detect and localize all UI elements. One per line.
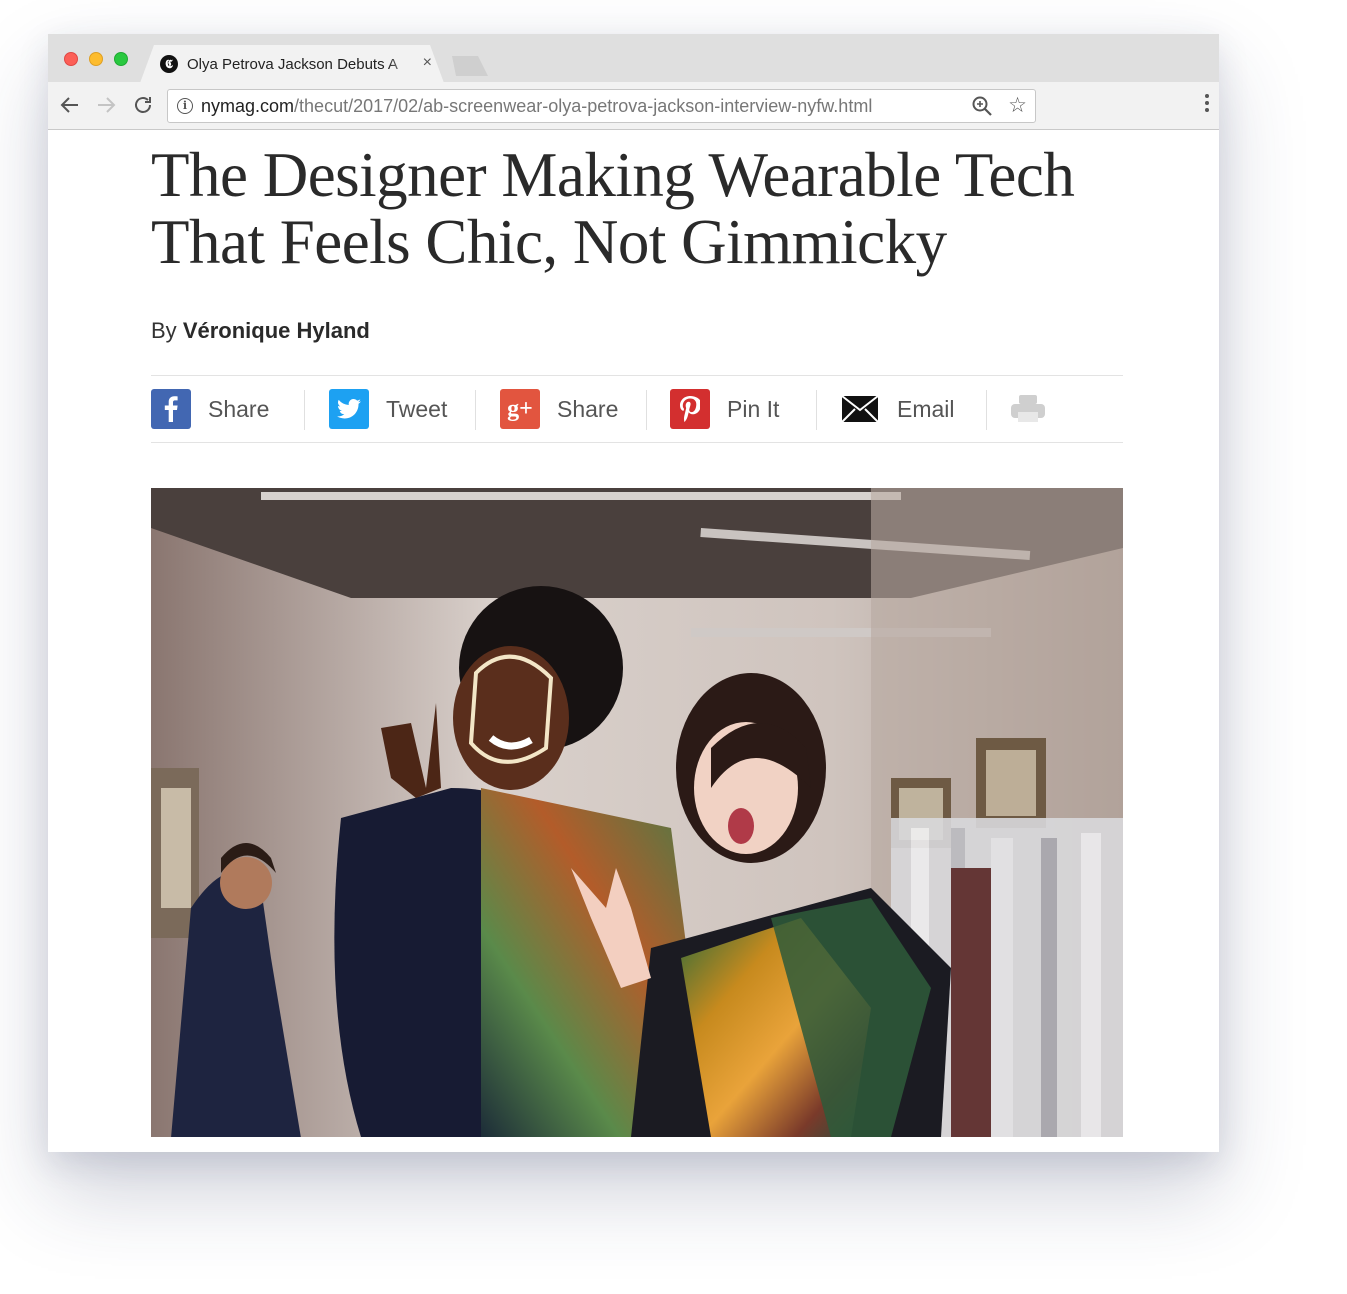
site-info-icon[interactable]: i <box>177 98 193 114</box>
facebook-share-button[interactable]: Share <box>151 389 269 429</box>
bookmark-star-icon[interactable]: ☆ <box>1008 93 1027 118</box>
twitter-icon <box>329 389 369 429</box>
tab-close-icon[interactable]: × <box>423 54 432 72</box>
browser-tab[interactable]: 𝕮 Olya Petrova Jackson Debuts A × <box>140 45 444 83</box>
author-link[interactable]: Véronique Hyland <box>183 318 370 343</box>
divider <box>646 390 647 430</box>
zoom-window-button[interactable] <box>114 52 128 66</box>
print-button[interactable] <box>1008 389 1065 429</box>
reload-icon[interactable] <box>131 93 155 117</box>
email-icon <box>840 389 880 429</box>
close-window-button[interactable] <box>64 52 78 66</box>
tab-title: Olya Petrova Jackson Debuts A <box>187 55 398 73</box>
divider <box>475 390 476 430</box>
pinterest-icon <box>670 389 710 429</box>
facebook-icon <box>151 389 191 429</box>
google-plus-icon: g+ <box>500 389 540 429</box>
page-content: The Designer Making Wearable Tech That F… <box>48 130 1219 1152</box>
twitter-share-button[interactable]: Tweet <box>329 389 447 429</box>
google-plus-share-button[interactable]: g+ Share <box>500 389 618 429</box>
browser-window: 𝕮 Olya Petrova Jackson Debuts A × i nyma… <box>48 34 1219 1152</box>
minimize-window-button[interactable] <box>89 52 103 66</box>
hero-photo-illustration <box>151 488 1123 1137</box>
tweet-label: Tweet <box>386 395 448 422</box>
browser-menu-icon[interactable] <box>1205 94 1209 115</box>
back-arrow-icon[interactable] <box>58 93 82 117</box>
pinterest-pin-button[interactable]: Pin It <box>670 389 779 429</box>
email-share-button[interactable]: Email <box>840 389 955 429</box>
pin-it-label: Pin It <box>727 395 780 422</box>
tab-bar: 𝕮 Olya Petrova Jackson Debuts A × <box>48 34 1219 82</box>
share-label: Share <box>208 395 270 422</box>
divider <box>986 390 987 430</box>
new-tab-button[interactable] <box>446 56 488 76</box>
address-bar[interactable]: i nymag.com/thecut/2017/02/ab-screenwear… <box>167 89 1036 123</box>
email-label: Email <box>897 395 955 422</box>
browser-toolbar: i nymag.com/thecut/2017/02/ab-screenwear… <box>48 82 1219 130</box>
article-byline: By Véronique Hyland <box>151 318 370 343</box>
article-hero-photo <box>151 488 1123 1137</box>
article-headline: The Designer Making Wearable Tech That F… <box>151 140 1075 277</box>
url-text[interactable]: nymag.com/thecut/2017/02/ab-screenwear-o… <box>201 96 872 117</box>
nymag-favicon-icon: 𝕮 <box>160 55 178 73</box>
zoom-icon[interactable] <box>971 95 993 122</box>
share-bar: Share Tweet g+ Share Pin It Email <box>151 375 1123 443</box>
forward-arrow-icon[interactable] <box>94 93 118 117</box>
divider <box>304 390 305 430</box>
divider <box>816 390 817 430</box>
print-icon <box>1008 389 1048 429</box>
share-label: Share <box>557 395 619 422</box>
